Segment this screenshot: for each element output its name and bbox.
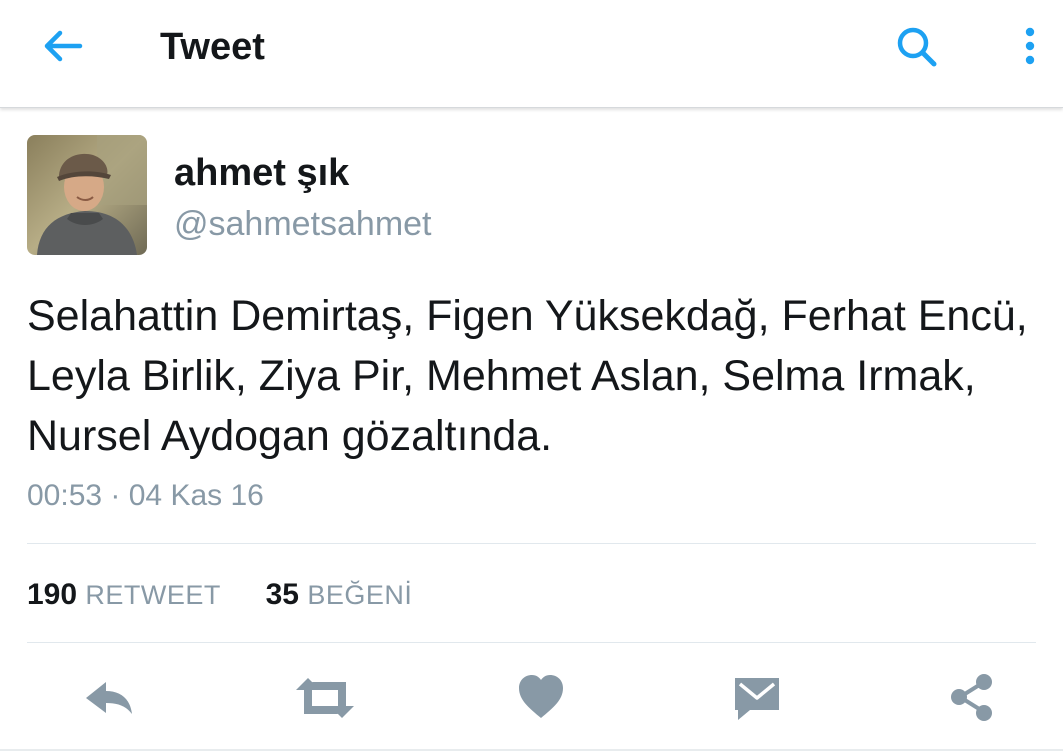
user-avatar-photo (27, 135, 147, 255)
page-title: Tweet (160, 26, 265, 68)
retweet-stat[interactable]: 190 RETWEET (27, 578, 229, 611)
reply-button[interactable] (82, 672, 136, 724)
envelope-icon (735, 678, 779, 720)
like-label: BEĞENİ (307, 580, 413, 610)
tweet-text-line: Selahattin Demirtaş, Figen Yüksekdağ, Fe… (27, 292, 1028, 340)
tweet-text-line: Nursel Aydogan gözaltında. (27, 412, 553, 460)
share-button[interactable] (948, 672, 996, 724)
more-options-button[interactable] (1014, 24, 1046, 70)
retweet-count: 190 (27, 578, 78, 611)
like-button[interactable] (517, 672, 565, 724)
app-header: Tweet (0, 0, 1063, 108)
retweet-icon (296, 678, 354, 718)
author-name[interactable]: ahmet şık (174, 152, 349, 195)
heart-icon (519, 675, 563, 718)
reply-icon (86, 682, 132, 714)
like-stat[interactable]: 35 BEĞENİ (266, 578, 413, 611)
divider (27, 543, 1036, 544)
avatar[interactable] (27, 135, 147, 255)
tweet-text-line: Leyla Birlik, Ziya Pir, Mehmet Aslan, Se… (27, 352, 976, 400)
back-button[interactable] (40, 26, 88, 66)
search-icon (897, 27, 937, 67)
author-handle[interactable]: @sahmetsahmet (174, 205, 432, 244)
retweet-label: RETWEET (85, 580, 221, 610)
retweet-button[interactable] (294, 672, 356, 724)
vertical-dots-icon (1025, 27, 1035, 65)
tweet-stats: 190 RETWEET 35 BEĞENİ (27, 578, 412, 612)
tweet-text: Selahattin Demirtaş, Figen Yüksekdağ, Fe… (27, 286, 1047, 466)
direct-message-button[interactable] (732, 672, 782, 724)
search-button[interactable] (894, 24, 940, 70)
arrow-left-icon (44, 30, 83, 62)
tweet-timestamp: 00:53 · 04 Kas 16 (27, 479, 264, 512)
like-count: 35 (265, 578, 299, 611)
share-icon (951, 674, 992, 721)
divider (27, 642, 1036, 643)
